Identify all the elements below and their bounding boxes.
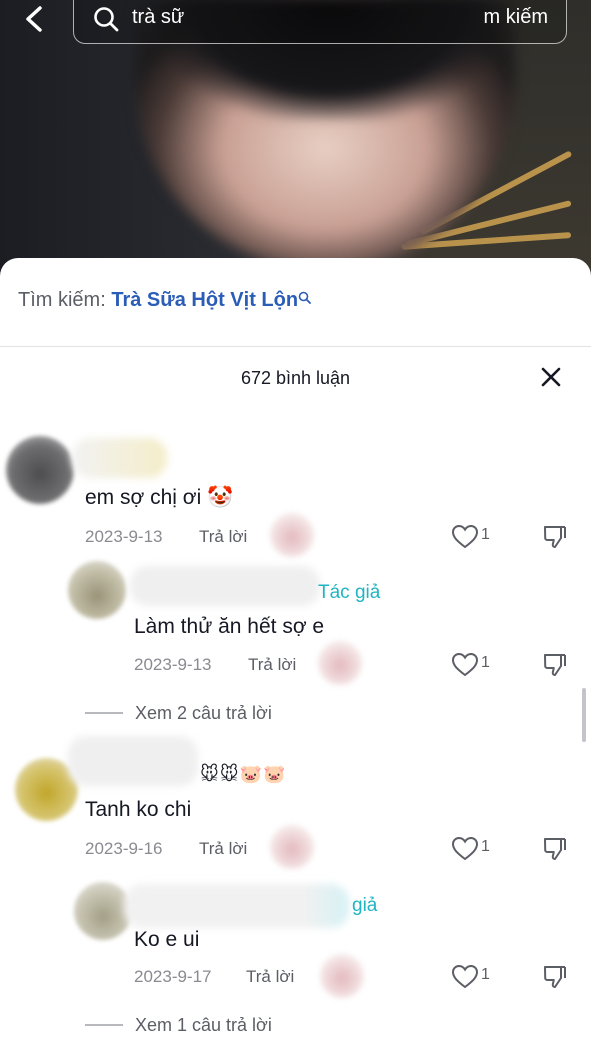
heart-icon — [451, 836, 479, 861]
related-search[interactable]: Tìm kiếm: Trà Sữa Hột Vịt Lộn — [18, 289, 311, 312]
cut-off-previous-line — [130, 395, 290, 405]
like-button[interactable]: 1 — [451, 651, 491, 679]
close-button[interactable] — [540, 366, 562, 388]
dislike-icon — [544, 526, 566, 548]
close-icon — [541, 367, 561, 387]
like-button[interactable]: 1 — [451, 523, 491, 551]
view-replies-label: Xem 1 câu trả lời — [135, 1015, 272, 1035]
creator-liked-avatar — [320, 954, 364, 998]
reply-date: 2023-9-17 — [134, 967, 212, 986]
reply-button[interactable]: Trả lời — [199, 839, 247, 859]
blurred-username — [68, 736, 198, 786]
small-search-icon — [298, 291, 311, 304]
back-button[interactable] — [20, 4, 50, 34]
blurred-username — [124, 884, 349, 928]
back-arrow-icon — [26, 6, 42, 32]
author-tag: giả — [352, 895, 378, 916]
reply-text: Ko e ui — [134, 928, 200, 951]
author-tag: Tác giả — [318, 582, 381, 603]
dislike-icon — [544, 966, 566, 988]
creator-liked-avatar — [270, 825, 314, 869]
comments-sheet: Tìm kiếm: Trà Sữa Hột Vịt Lộn 672 bình l… — [0, 258, 591, 1044]
like-button[interactable]: 1 — [451, 835, 491, 863]
reply-button[interactable]: Trả lời — [199, 527, 247, 547]
heart-icon — [451, 964, 479, 989]
blurred-username — [72, 438, 167, 478]
reply-button[interactable]: Trả lời — [248, 655, 296, 675]
dislike-button[interactable] — [541, 835, 569, 863]
comment-date: 2023-9-13 — [85, 527, 163, 546]
view-replies-button[interactable]: Xem 1 câu trả lời — [85, 1015, 272, 1036]
dislike-button[interactable] — [541, 651, 569, 679]
search-icon — [94, 7, 119, 32]
heart-icon — [451, 524, 479, 549]
creator-liked-avatar — [318, 641, 362, 685]
video-background — [0, 0, 591, 300]
divider — [85, 711, 123, 714]
like-count: 1 — [481, 526, 490, 543]
comment-text: Tanh ko chi — [85, 798, 192, 821]
comment-date: 2023-9-16 — [85, 839, 163, 858]
creator-liked-avatar — [270, 513, 314, 557]
like-count: 1 — [481, 654, 490, 671]
search-bar[interactable]: trà sữ m kiếm — [73, 0, 567, 44]
reply-button[interactable]: Trả lời — [246, 967, 294, 987]
search-submit-button[interactable]: m kiếm — [484, 6, 548, 29]
dislike-icon — [544, 838, 566, 860]
related-search-keyword[interactable]: Trà Sữa Hột Vịt Lộn — [111, 289, 298, 311]
dislike-button[interactable] — [541, 523, 569, 551]
divider — [85, 1023, 123, 1026]
blurred-username — [130, 566, 320, 606]
comment-text: em sợ chị ơi 🤡 — [85, 486, 234, 509]
view-replies-label: Xem 2 câu trả lời — [135, 703, 272, 723]
search-query-text[interactable]: trà sữ — [132, 6, 184, 29]
like-count: 1 — [481, 838, 490, 855]
like-button[interactable]: 1 — [451, 963, 491, 991]
dislike-button[interactable] — [541, 963, 569, 991]
scrollbar[interactable] — [582, 688, 586, 742]
reply-avatar[interactable] — [68, 561, 126, 619]
view-replies-button[interactable]: Xem 2 câu trả lời — [85, 703, 272, 724]
reply-text: Làm thử ăn hết sợ e — [134, 615, 325, 638]
reply-date: 2023-9-13 — [134, 655, 212, 674]
username-emojis: 🐭🐭🐷🐷 — [200, 764, 287, 784]
like-count: 1 — [481, 966, 490, 983]
avatar[interactable] — [6, 436, 74, 504]
dislike-icon — [544, 654, 566, 676]
related-search-label: Tìm kiếm: — [18, 289, 106, 311]
heart-icon — [451, 652, 479, 677]
divider — [0, 346, 591, 347]
comment-count: 672 bình luận — [240, 368, 351, 388]
